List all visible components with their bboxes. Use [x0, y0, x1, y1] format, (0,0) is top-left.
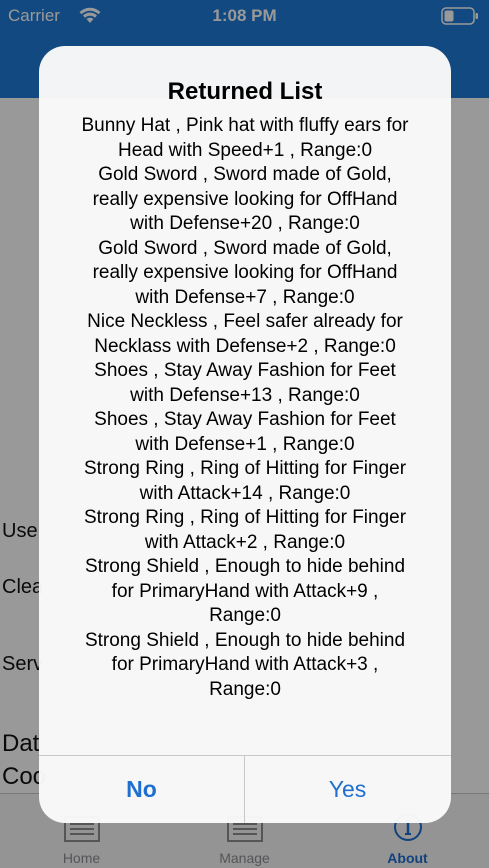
alert-message-line: Head with Speed+1 , Range:0 [117, 139, 373, 161]
yes-button[interactable]: Yes [245, 756, 450, 823]
alert-message-line: Strong Ring , Ring of Hitting for Finger [83, 507, 407, 528]
alert-message-line: Strong Ring , Ring of Hitting for Finger [83, 458, 407, 479]
alert-title: Returned List [167, 78, 323, 105]
alert-message-line: with Defense+1 , Range:0 [135, 433, 355, 455]
alert-message-line: Range:0 [209, 605, 281, 626]
returned-list-alert: Returned List Bunny Hat , Pink hat with … [39, 46, 451, 823]
alert-message-line: Necklass with Defense+2 , Range:0 [94, 335, 396, 357]
alert-message-line: Strong Shield , Enough to hide behind [84, 629, 406, 651]
alert-message-line: with Defense+20 , Range:0 [130, 213, 360, 234]
alert-message-line: with Defense+7 , Range:0 [135, 286, 355, 308]
alert-message-line: Gold Sword , Sword made of Gold, [98, 164, 392, 185]
alert-message-line: Nice Neckless , Feel safer already for [87, 311, 403, 332]
alert-message-line: Strong Shield , Enough to hide behind [84, 556, 406, 577]
alert-message-line: Range:0 [209, 678, 281, 700]
alert-message-line: with Defense+13 , Range:0 [130, 384, 360, 406]
alert-message-line: Shoes , Stay Away Fashion for Feet [94, 360, 396, 381]
alert-message: Bunny Hat , Pink hat with fluffy ears fo… [57, 114, 433, 702]
alert-message-line: Shoes , Stay Away Fashion for Feet [94, 409, 396, 430]
alert-message-line: Bunny Hat , Pink hat with fluffy ears fo… [81, 115, 409, 136]
alert-message-line: really expensive looking for OffHand [92, 188, 398, 210]
alert-message-line: for PrimaryHand with Attack+9 , [111, 580, 379, 602]
alert-message-line: with Attack+14 , Range:0 [139, 482, 351, 504]
alert-message-line: really expensive looking for OffHand [92, 262, 398, 283]
no-button[interactable]: No [39, 756, 244, 823]
alert-message-line: for PrimaryHand with Attack+3 , [111, 654, 379, 675]
alert-message-line: Gold Sword , Sword made of Gold, [98, 237, 392, 259]
alert-message-line: with Attack+2 , Range:0 [144, 531, 346, 553]
